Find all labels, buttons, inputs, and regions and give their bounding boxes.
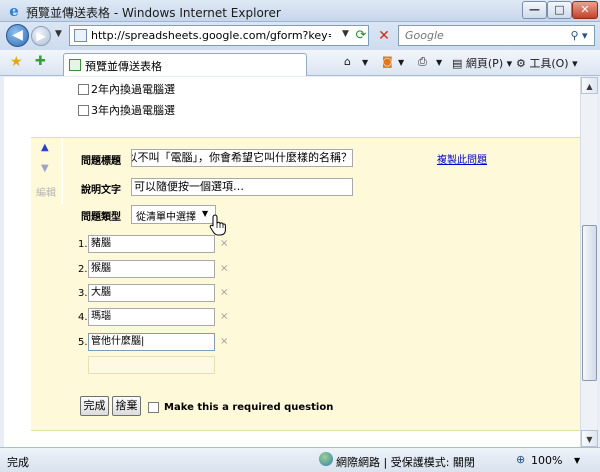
discard-button[interactable]: 捨棄 [112,396,141,416]
question-title-value: 以不叫「電腦」，你會希望它叫什麼樣的名稱？ [131,151,352,164]
title-bar: e 預覽並傳送表格 - Windows Internet Explorer — … [0,0,600,22]
gear-icon: ⚙ [516,57,530,70]
move-down-icon[interactable]: ▼ [41,163,49,174]
history-dropdown-icon[interactable]: ▼ [55,29,62,39]
zoom-level[interactable]: 100% [531,454,562,467]
copy-question-link[interactable]: 複製此問題 [437,151,487,166]
tools-menu-label: 工具(O) [529,57,569,70]
vertical-scrollbar[interactable]: ▲ ▼ [580,77,598,447]
browser-tab[interactable]: 預覽並傳送表格 [63,53,307,76]
address-dropdown-icon[interactable]: ▼ [342,29,349,39]
search-icon[interactable]: ⚲ ▾ [565,27,593,44]
page-viewport: 2年內換過電腦選 3年內換過電腦選 ▲ ▼ 編輯 問題標題 以不叫「電腦」，你會… [4,77,580,447]
tools-menu[interactable]: ⚙ 工具(O) ▾ [516,55,578,71]
divider [61,138,63,204]
question-type-label: 問題類型 [81,212,121,223]
delete-choice-icon[interactable]: × [220,336,228,347]
back-button[interactable]: ◀ [6,24,29,47]
feeds-dropdown-icon[interactable]: ▼ [398,58,404,67]
status-text: 完成 [7,456,29,469]
question-title-label: 問題標題 [81,156,121,167]
page-menu-label: 網頁(P) [465,57,504,70]
question-title-input[interactable]: 以不叫「電腦」，你會希望它叫什麼樣的名稱？ [131,149,353,167]
address-bar[interactable]: http://spreadsheets.google.com/gform?key… [69,25,369,46]
option-checkbox[interactable] [78,84,89,95]
choice-input[interactable]: 大腦 [88,284,215,302]
option-checkbox[interactable] [78,105,89,116]
stop-icon[interactable]: ✕ [375,27,393,45]
add-choice-input[interactable] [88,356,215,374]
choice-input[interactable]: 豬腦 [88,235,215,253]
tab-label: 預覽並傳送表格 [85,60,162,73]
page-icon-small: ▤ [452,57,466,70]
help-text-input[interactable]: 可以隨便按一個選項… [131,178,353,196]
chevron-down-icon: ▼ [202,209,209,218]
command-bar: ★ ✚ 預覽並傳送表格 ⌂ ▼ ◙ ▼ ⎙ ▼ ▤ 網頁(P) ▾ ⚙ 工具(O… [0,50,600,76]
close-button[interactable]: ✕ [572,1,598,19]
option-item[interactable]: 2年內換過電腦選 [78,81,175,97]
choice-value: 大腦 [91,287,111,298]
choice-number: 3. [78,288,88,299]
hand-cursor-icon [209,214,226,236]
option-item[interactable]: 3年內換過電腦選 [78,102,175,118]
print-icon[interactable]: ⎙ [418,55,427,69]
scroll-up-icon[interactable]: ▲ [581,77,598,94]
question-type-value: 從清單中選擇 [136,212,196,223]
window-title: 預覽並傳送表格 - Windows Internet Explorer [26,6,281,20]
address-toolbar: ◀ ▶ ▼ http://spreadsheets.google.com/gfo… [0,22,600,50]
delete-choice-icon[interactable]: × [220,263,228,274]
choice-input[interactable]: 管他什麼腦| [88,333,215,351]
globe-icon [319,452,333,466]
zoom-icon[interactable]: ⊕ [516,453,525,466]
maximize-button[interactable]: □ [547,1,572,19]
choice-value: 猴腦 [91,263,111,274]
done-button[interactable]: 完成 [80,396,109,416]
choice-input[interactable]: 猴腦 [88,260,215,278]
choice-value: 管他什麼腦 [91,336,141,347]
edit-link[interactable]: 編輯 [36,184,56,199]
choice-value: 豬腦 [91,238,111,249]
search-box[interactable]: ⚲ ▾ [398,25,595,46]
status-bar: 完成 網際網路 | 受保護模式: 關閉 ⊕ 100% ▼ [0,447,600,472]
zoom-dropdown-icon[interactable]: ▼ [574,456,580,465]
option-label: 3年內換過電腦選 [91,104,175,117]
choice-number: 4. [78,312,88,323]
scroll-down-icon[interactable]: ▼ [581,430,598,447]
choice-value: 瑪瑙 [91,311,111,322]
print-dropdown-icon[interactable]: ▼ [436,58,442,67]
choice-number: 2. [78,264,88,275]
choice-input[interactable]: 瑪瑙 [88,308,215,326]
option-label: 2年內換過電腦選 [91,83,175,96]
search-input[interactable] [405,28,555,43]
choice-number: 5. [78,337,88,348]
help-text-label: 說明文字 [81,185,121,196]
forward-button[interactable]: ▶ [31,26,51,46]
home-dropdown-icon[interactable]: ▼ [362,58,368,67]
help-text-value: 可以隨便按一個選項… [134,180,244,193]
page-icon [74,29,87,42]
question-side-panel: ▲ ▼ 編輯 [31,138,61,204]
delete-choice-icon[interactable]: × [220,238,228,249]
add-favorite-icon[interactable]: ✚ [35,54,46,69]
ie-logo-icon: e [9,2,19,20]
security-zone: 網際網路 | 受保護模式: 關閉 [336,456,475,469]
home-icon[interactable]: ⌂ [344,55,351,68]
scrollbar-thumb[interactable] [582,225,597,381]
url-text[interactable]: http://spreadsheets.google.com/gform?key… [91,29,331,42]
delete-choice-icon[interactable]: × [220,311,228,322]
question-edit-panel: ▲ ▼ 編輯 問題標題 以不叫「電腦」，你會希望它叫什麼樣的名稱？ 複製此問題 … [31,137,580,431]
required-label: Make this a required question [164,402,334,413]
question-type-select[interactable]: 從清單中選擇 ▼ [131,205,216,224]
feeds-icon[interactable]: ◙ [382,55,393,68]
required-checkbox[interactable] [148,402,159,413]
favorites-star-icon[interactable]: ★ [10,54,23,70]
minimize-button[interactable]: — [522,1,547,19]
choice-number: 1. [78,239,88,250]
delete-choice-icon[interactable]: × [220,287,228,298]
move-up-icon[interactable]: ▲ [41,142,49,153]
sheets-icon [69,59,81,71]
refresh-icon[interactable]: ⟳ [353,27,369,44]
page-menu[interactable]: ▤ 網頁(P) ▾ [452,55,512,71]
